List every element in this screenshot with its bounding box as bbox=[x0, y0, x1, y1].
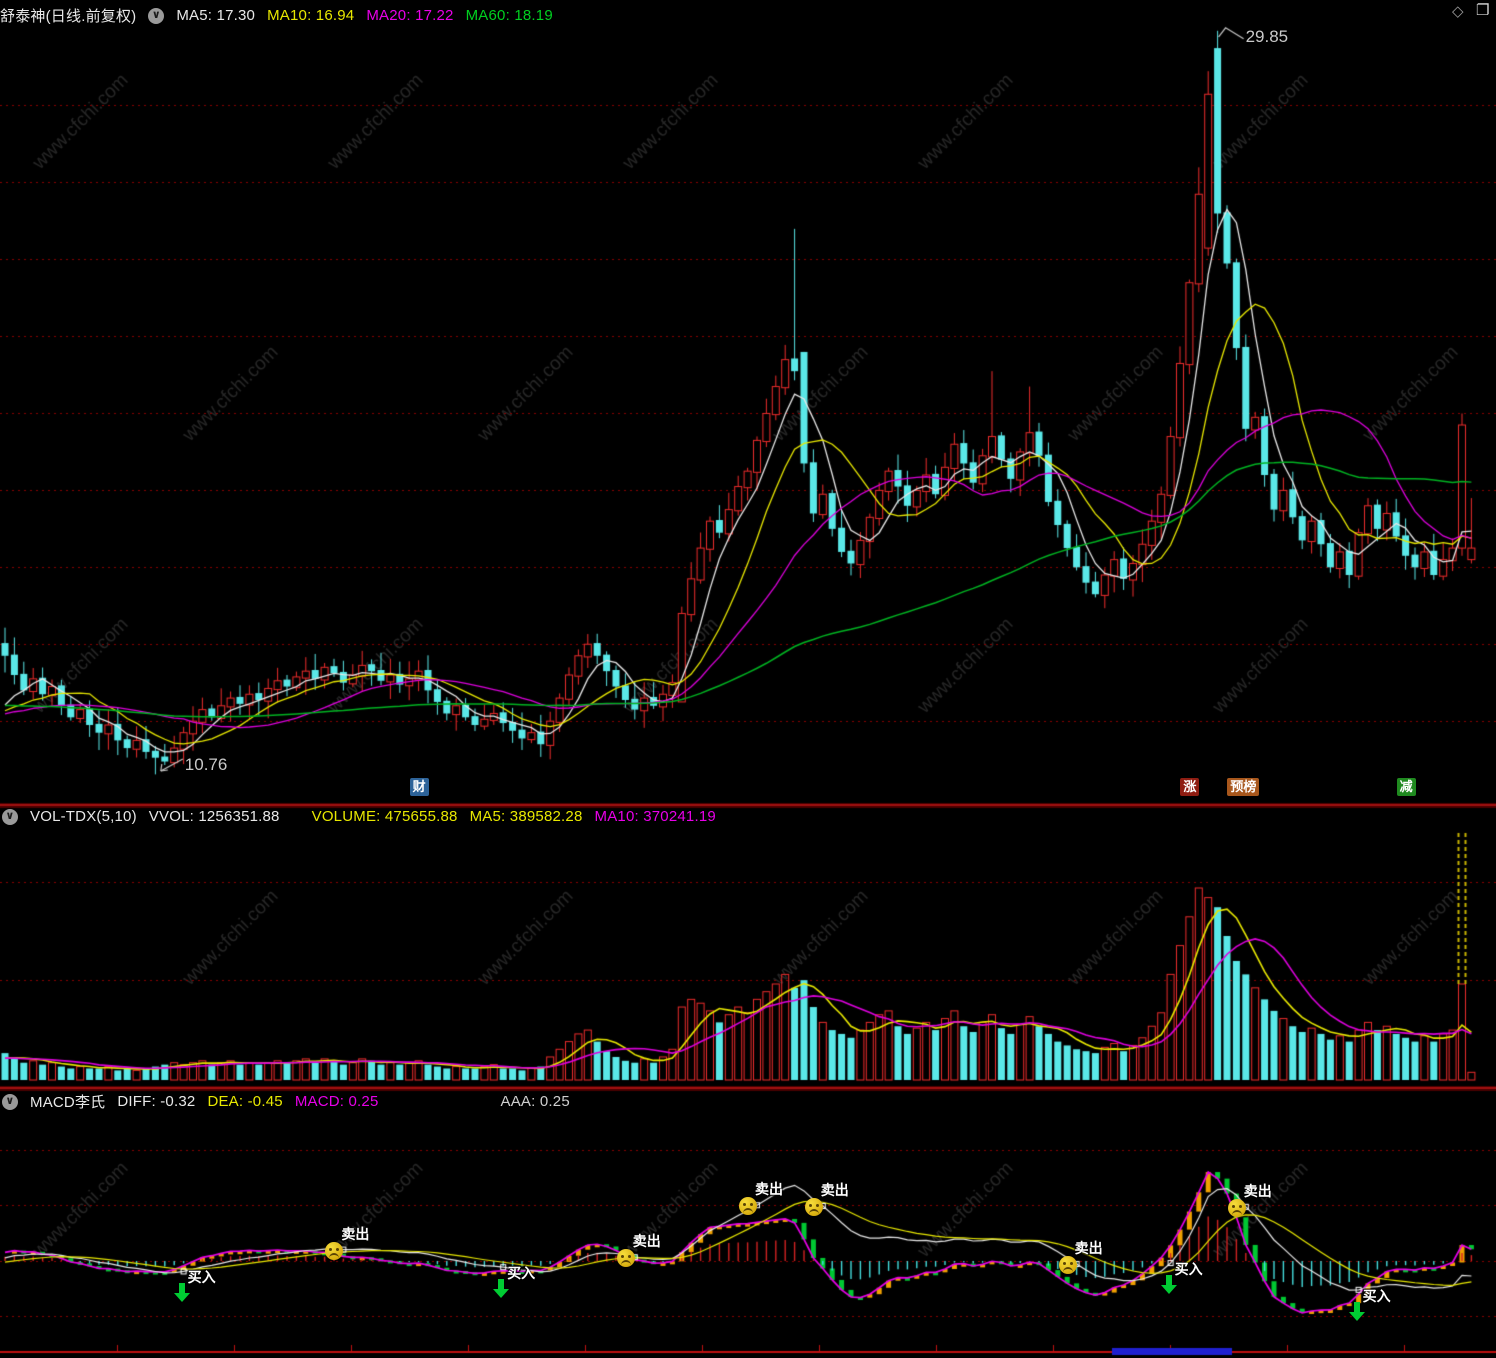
sad-face-icon bbox=[1058, 1255, 1077, 1274]
vol-ma10-value: MA10: 370241.19 bbox=[594, 808, 716, 825]
signal-label: 卖出 bbox=[820, 1181, 849, 1198]
sad-face-icon bbox=[1227, 1198, 1246, 1217]
signal-label: 卖出 bbox=[632, 1233, 661, 1250]
macd-indicator-name: MACD李氏 bbox=[30, 1094, 106, 1111]
stock-title: 舒泰神(日线.前复权) bbox=[0, 8, 137, 25]
signal-label: 卖出 bbox=[341, 1225, 370, 1242]
sad-face-icon bbox=[325, 1241, 344, 1260]
event-flag-badge[interactable]: 财 bbox=[409, 778, 429, 797]
low-price-label: 10.76 bbox=[184, 755, 228, 774]
event-flag-badge[interactable]: 涨 bbox=[1180, 778, 1200, 797]
ma10-value: MA10: 16.94 bbox=[267, 7, 355, 24]
signal-label: 买入 bbox=[507, 1265, 536, 1282]
ma5-value: MA5: 17.30 bbox=[176, 7, 256, 24]
signal-label: 卖出 bbox=[1074, 1239, 1103, 1256]
chart-canvas[interactable] bbox=[0, 0, 1496, 1358]
vol-indicator-name: VOL-TDX(5,10) bbox=[30, 808, 137, 825]
vvol-value: VVOL: 1256351.88 bbox=[148, 808, 280, 825]
event-flag-badge[interactable]: 减 bbox=[1396, 778, 1416, 797]
signal-label: 卖出 bbox=[755, 1181, 783, 1198]
chevron-down-icon[interactable]: ∨ bbox=[148, 7, 165, 24]
window-restore-icon[interactable]: ❐ bbox=[1476, 1, 1489, 19]
volume-panel-header: ∨ VOL-TDX(5,10) VVOL: 1256351.88 VOLUME:… bbox=[2, 808, 716, 825]
diamond-icon[interactable]: ◇ bbox=[1452, 2, 1464, 20]
diff-value: DIFF: -0.32 bbox=[117, 1093, 196, 1110]
signal-label: 买入 bbox=[1174, 1261, 1203, 1278]
stock-chart-window: 舒泰神(日线.前复权) ∨ MA5: 17.30 MA10: 16.94 MA2… bbox=[0, 0, 1496, 1358]
chevron-down-icon[interactable]: ∨ bbox=[2, 1093, 18, 1110]
signal-label: 卖出 bbox=[1243, 1182, 1272, 1199]
high-price-label: 29.85 bbox=[1245, 26, 1289, 46]
aaa-value: AAA: 0.25 bbox=[500, 1093, 570, 1110]
chevron-down-icon[interactable]: ∨ bbox=[2, 808, 18, 825]
volume-value: VOLUME: 475655.88 bbox=[311, 808, 458, 825]
sad-face-icon bbox=[804, 1197, 823, 1216]
signal-label: 买入 bbox=[1362, 1287, 1391, 1304]
signal-label: 买入 bbox=[187, 1269, 216, 1286]
event-flag-badge[interactable]: 预榜 bbox=[1227, 778, 1260, 797]
macd-panel-header: ∨ MACD李氏 DIFF: -0.32 DEA: -0.45 MACD: 0.… bbox=[2, 1091, 570, 1112]
ma60-value: MA60: 18.19 bbox=[465, 7, 553, 24]
sad-face-icon bbox=[616, 1249, 635, 1268]
dea-value: DEA: -0.45 bbox=[207, 1093, 283, 1110]
main-panel-header: 舒泰神(日线.前复权) ∨ MA5: 17.30 MA10: 16.94 MA2… bbox=[0, 5, 553, 26]
macd-value: MACD: 0.25 bbox=[294, 1093, 379, 1110]
ma20-value: MA20: 17.22 bbox=[366, 7, 454, 24]
vol-ma5-value: MA5: 389582.28 bbox=[469, 808, 583, 825]
